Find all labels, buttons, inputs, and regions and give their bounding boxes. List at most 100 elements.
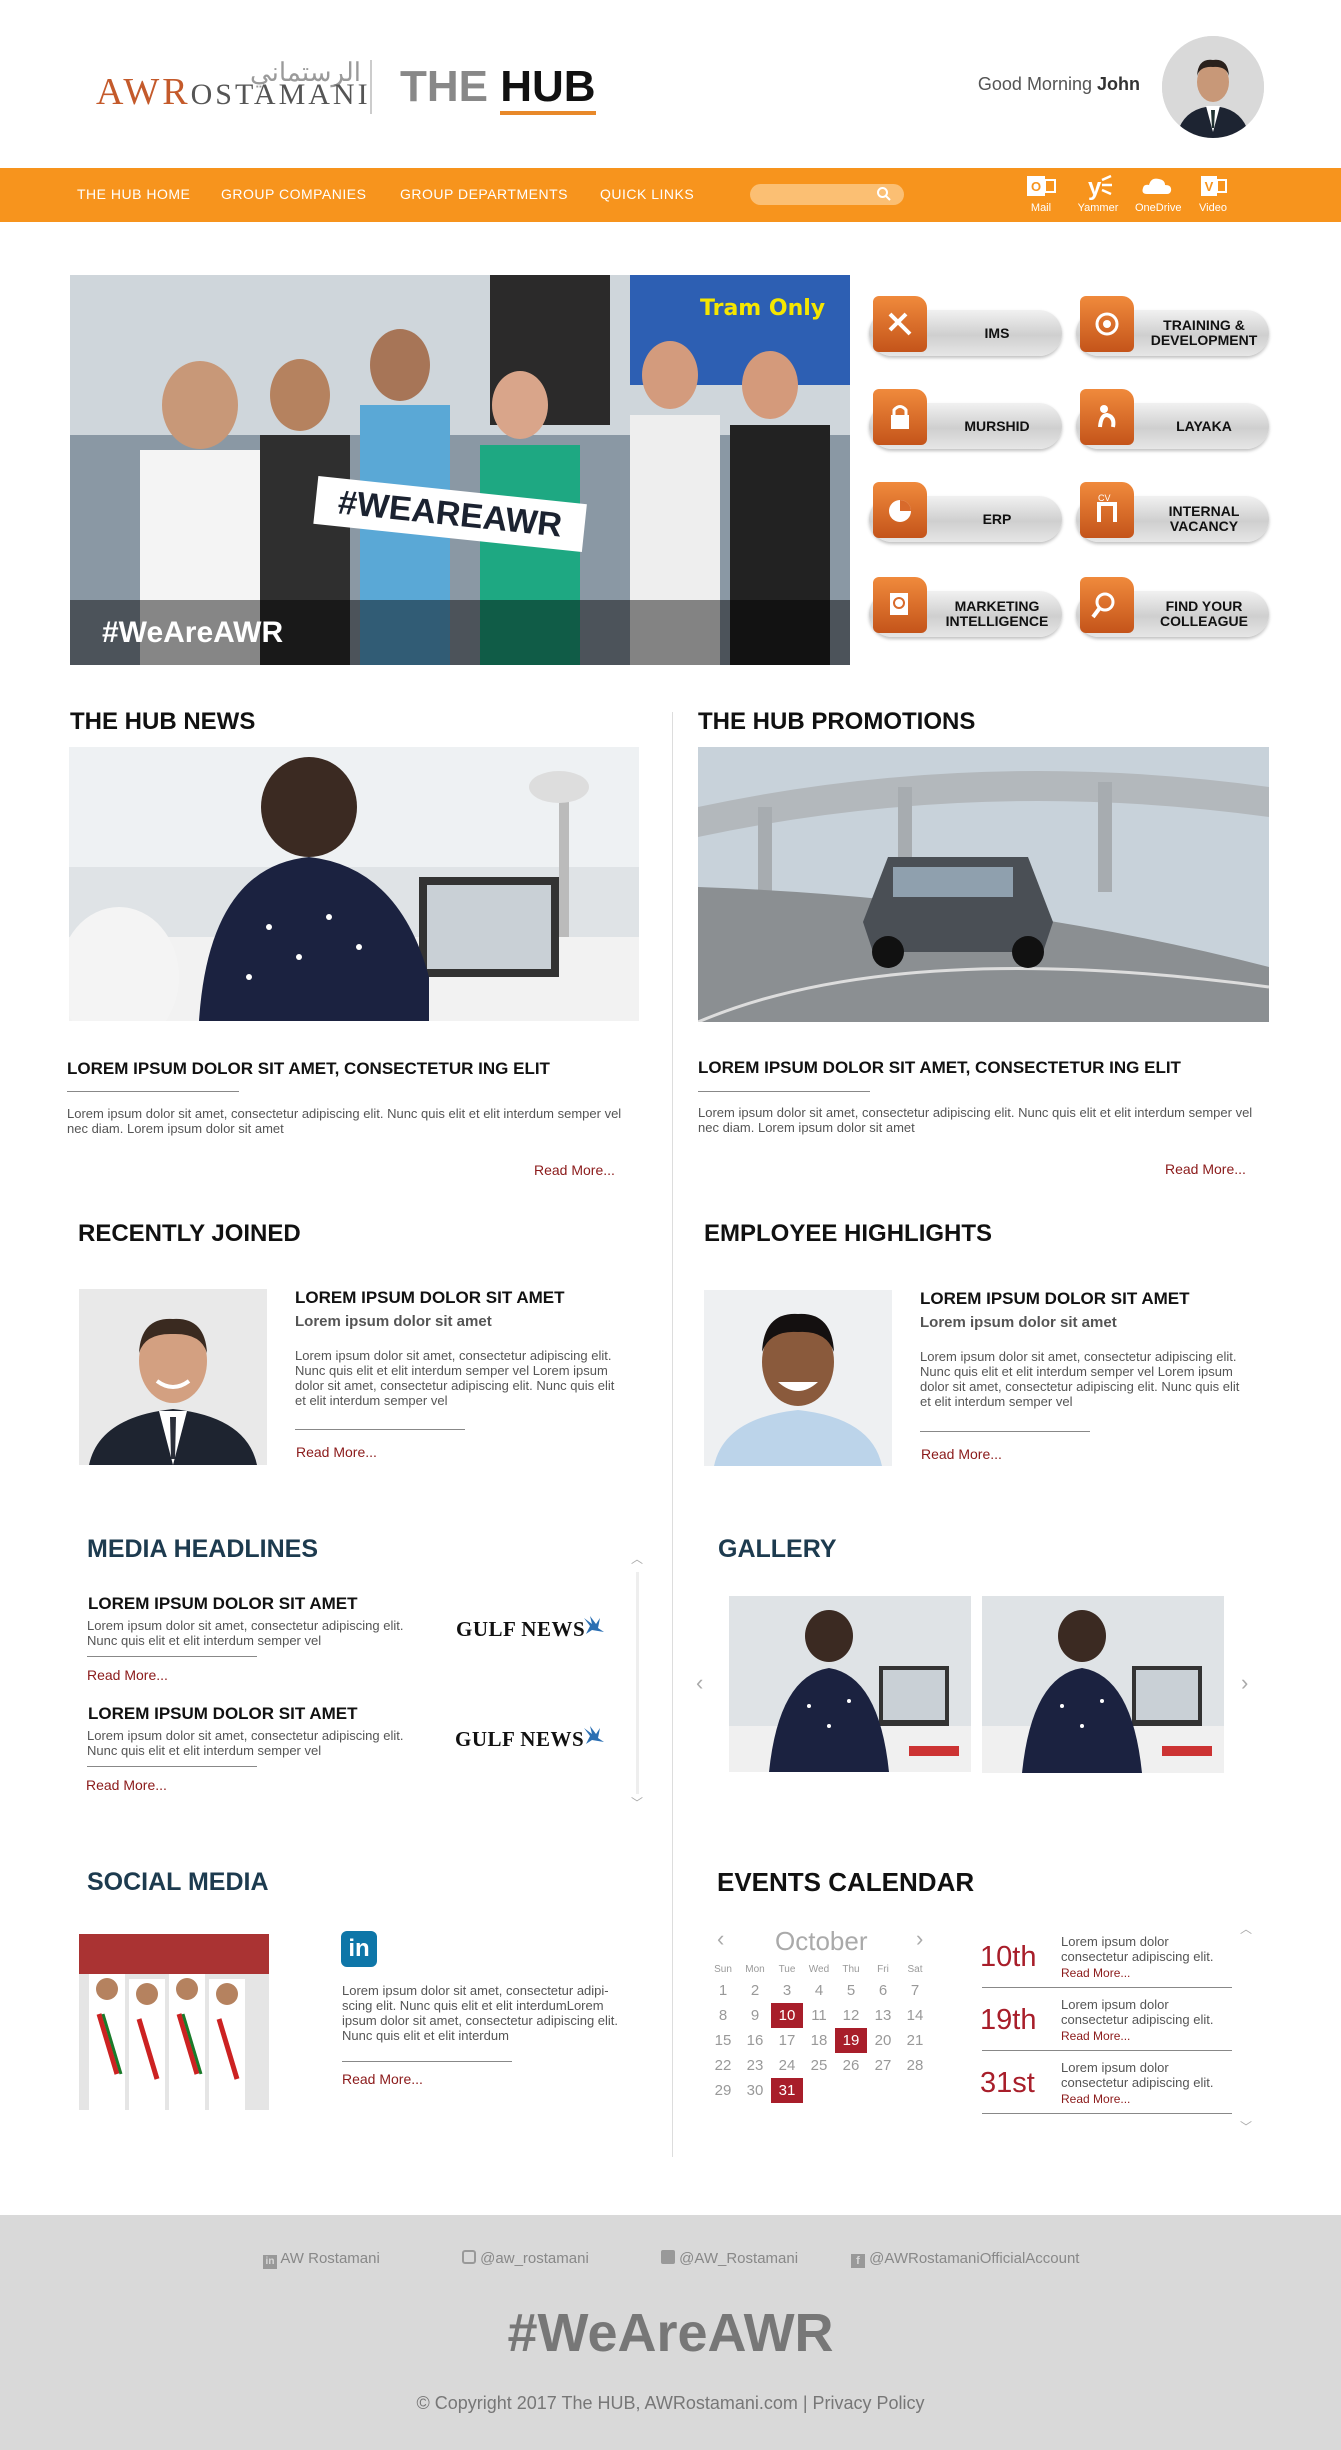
calendar-day[interactable]: 31	[771, 2078, 803, 2103]
app-onedrive[interactable]: OneDrive	[1135, 172, 1181, 220]
recently-joined-title[interactable]: LOREM IPSUM DOLOR SIT AMET	[295, 1288, 564, 1308]
employee-highlights-read-more[interactable]: Read More...	[921, 1446, 1002, 1462]
calendar-day[interactable]: 11	[803, 2003, 835, 2028]
calendar-day[interactable]: 14	[899, 2003, 931, 2028]
footer-copyright[interactable]: © Copyright 2017 The HUB, AWRostamani.co…	[0, 2393, 1341, 2414]
nav-home[interactable]: THE HUB HOME	[77, 186, 190, 202]
chevron-up-icon[interactable]: ︿	[631, 1550, 643, 1567]
social-media-read-more[interactable]: Read More...	[342, 2071, 423, 2087]
quicklink-label: MURSHID	[964, 418, 1030, 434]
calendar-day[interactable]: 18	[803, 2028, 835, 2053]
media-scrollbar[interactable]: ︿ ﹀	[630, 1550, 646, 1815]
calendar-day[interactable]: 24	[771, 2053, 803, 2078]
quicklink-button[interactable]: CV INTERNAL VACANCY	[1076, 482, 1281, 548]
calendar-day[interactable]: 16	[739, 2028, 771, 2053]
media-item-read-more[interactable]: Read More...	[86, 1777, 167, 1793]
event-read-more[interactable]: Read More...	[1061, 2092, 1130, 2106]
search-icon[interactable]	[876, 186, 892, 202]
calendar-day[interactable]: 30	[739, 2078, 771, 2103]
app-yammer[interactable]: y Yammer	[1076, 172, 1120, 220]
calendar-day[interactable]: 29	[707, 2078, 739, 2103]
quicklink-button[interactable]: FIND YOUR COLLEAGUE	[1076, 577, 1281, 643]
nav-quick-links[interactable]: QUICK LINKS	[600, 186, 694, 202]
news-heading: THE HUB NEWS	[70, 708, 256, 735]
promotions-image[interactable]	[698, 747, 1269, 1022]
user-avatar[interactable]	[1162, 36, 1264, 138]
footer-social-facebook[interactable]: f @AWRostamaniOfficialAccount	[851, 2250, 1079, 2268]
chevron-right-icon[interactable]: ›	[1241, 1670, 1248, 1696]
quicklink-button[interactable]: MARKETING INTELLIGENCE	[869, 577, 1074, 643]
quicklink-button[interactable]: TRAINING & DEVELOPMENT	[1076, 296, 1281, 362]
footer-social-twitter[interactable]: @AW_Rostamani	[661, 2250, 798, 2267]
app-mail[interactable]: O Mail	[1019, 172, 1063, 220]
event-item[interactable]: 19th Lorem ipsum dolor consectetur adipi…	[980, 1997, 1232, 2057]
calendar-day[interactable]: 7	[899, 1978, 931, 2003]
calendar-day[interactable]: 17	[771, 2028, 803, 2053]
calendar-day[interactable]: 22	[707, 2053, 739, 2078]
calendar-day[interactable]: 15	[707, 2028, 739, 2053]
footer-social-instagram[interactable]: @aw_rostamani	[462, 2250, 589, 2267]
recently-joined-photo[interactable]	[79, 1289, 267, 1465]
media-item-title[interactable]: LOREM IPSUM DOLOR SIT AMET	[88, 1594, 357, 1614]
calendar-day[interactable]: 26	[835, 2053, 867, 2078]
news-read-more[interactable]: Read More...	[534, 1162, 615, 1178]
greeting: Good Morning John	[940, 74, 1140, 95]
chevron-up-icon[interactable]: ︿	[1240, 1920, 1252, 1937]
media-item-title[interactable]: LOREM IPSUM DOLOR SIT AMET	[88, 1704, 357, 1724]
footer-social-linkedin[interactable]: in AW Rostamani	[263, 2250, 380, 2269]
quicklink-button[interactable]: MURSHID	[869, 389, 1074, 455]
calendar-day[interactable]: 23	[739, 2053, 771, 2078]
calendar-day[interactable]: 8	[707, 2003, 739, 2028]
employee-highlights-photo[interactable]	[704, 1290, 892, 1466]
app-video[interactable]: V Video	[1191, 172, 1235, 220]
calendar-day[interactable]: 21	[899, 2028, 931, 2053]
calendar-day[interactable]: 1	[707, 1978, 739, 2003]
chevron-down-icon[interactable]: ﹀	[1240, 2118, 1252, 2135]
employee-highlights-title[interactable]: LOREM IPSUM DOLOR SIT AMET	[920, 1289, 1189, 1309]
site-title[interactable]: THE HUB	[400, 62, 596, 115]
company-logo[interactable]: AWROSTAMANI	[96, 70, 371, 114]
media-item-read-more[interactable]: Read More...	[87, 1667, 168, 1683]
promotions-read-more[interactable]: Read More...	[1165, 1161, 1246, 1177]
calendar-day[interactable]: 4	[803, 1978, 835, 2003]
chevron-down-icon[interactable]: ﹀	[631, 1794, 643, 1811]
target-icon	[1080, 296, 1134, 352]
chevron-right-icon[interactable]: ›	[916, 1926, 923, 1952]
event-item[interactable]: 31st Lorem ipsum dolor consectetur adipi…	[980, 2060, 1232, 2120]
calendar-day[interactable]: 19	[835, 2028, 867, 2053]
calendar-day[interactable]: 5	[835, 1978, 867, 2003]
calendar-day[interactable]: 27	[867, 2053, 899, 2078]
quicklink-label: FIND YOUR COLLEAGUE	[1160, 598, 1248, 629]
news-image[interactable]	[69, 747, 639, 1021]
footer-social-label: @aw_rostamani	[480, 2250, 589, 2267]
gallery-image[interactable]	[982, 1596, 1224, 1773]
event-item[interactable]: 10th Lorem ipsum dolor consectetur adipi…	[980, 1934, 1232, 1994]
linkedin-icon[interactable]: in	[341, 1931, 377, 1967]
calendar-day[interactable]: 2	[739, 1978, 771, 2003]
chevron-left-icon[interactable]: ‹	[717, 1926, 724, 1952]
chevron-left-icon[interactable]: ‹	[696, 1670, 703, 1696]
nav-group-companies[interactable]: GROUP COMPANIES	[221, 186, 366, 202]
quicklink-button[interactable]: IMS	[869, 296, 1074, 362]
calendar-day[interactable]: 12	[835, 2003, 867, 2028]
event-read-more[interactable]: Read More...	[1061, 1966, 1130, 1980]
calendar-day[interactable]: 28	[899, 2053, 931, 2078]
event-read-more[interactable]: Read More...	[1061, 2029, 1130, 2043]
quicklink-button[interactable]: LAYAKA	[1076, 389, 1281, 455]
media-headlines-heading: MEDIA HEADLINES	[87, 1535, 319, 1563]
calendar-day[interactable]: 13	[867, 2003, 899, 2028]
social-media-photo[interactable]	[79, 1934, 269, 2110]
calendar-day[interactable]: 9	[739, 2003, 771, 2028]
calendar-day[interactable]: 25	[803, 2053, 835, 2078]
weekday-label: Mon	[745, 1963, 765, 1975]
quicklink-button[interactable]: ERP	[869, 482, 1074, 548]
recently-joined-read-more[interactable]: Read More...	[296, 1444, 377, 1460]
promotions-title[interactable]: LOREM IPSUM DOLOR SIT AMET, CONSECTETUR …	[698, 1058, 1181, 1078]
calendar-day[interactable]: 3	[771, 1978, 803, 2003]
calendar-day[interactable]: 10	[771, 2003, 803, 2028]
nav-group-departments[interactable]: GROUP DEPARTMENTS	[400, 186, 568, 202]
news-title[interactable]: LOREM IPSUM DOLOR SIT AMET, CONSECTETUR …	[67, 1059, 550, 1079]
calendar-day[interactable]: 6	[867, 1978, 899, 2003]
gallery-image[interactable]	[729, 1596, 971, 1772]
calendar-day[interactable]: 20	[867, 2028, 899, 2053]
